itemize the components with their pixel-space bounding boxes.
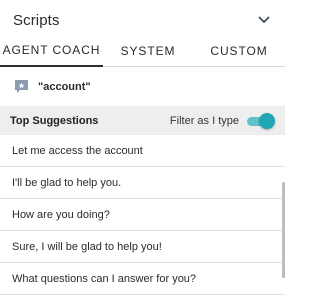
panel-title: Scripts [13,11,60,29]
suggestion-item[interactable]: Sure, I will be glad to help you! [0,231,285,263]
panel-header: Scripts [0,0,285,40]
filter-toggle[interactable] [247,112,275,129]
scripts-panel: Scripts AGENT COACH SYSTEM CUSTOM "accou… [0,0,285,304]
tab-system[interactable]: SYSTEM [103,39,193,66]
tab-bar: AGENT COACH SYSTEM CUSTOM [0,40,285,67]
script-bubble-icon [14,79,29,94]
filter-label: Filter as I type [169,114,239,127]
suggestion-item[interactable]: What questions can I answer for you? [0,263,285,295]
filter-control: Filter as I type [169,112,275,129]
toggle-knob [259,112,275,129]
suggestions-header: Top Suggestions Filter as I type [0,106,285,135]
tab-custom[interactable]: CUSTOM [193,39,285,66]
scrollbar[interactable] [282,182,285,278]
suggestion-item[interactable]: Let me access the account [0,135,285,167]
suggestion-item[interactable]: I'll be glad to help you. [0,167,285,199]
search-context: "account" [0,67,285,106]
suggestion-item[interactable]: How are you doing? [0,199,285,231]
suggestion-list: Let me access the account I'll be glad t… [0,135,285,295]
chevron-down-icon[interactable] [257,13,271,27]
suggestions-title: Top Suggestions [10,114,99,127]
query-text: "account" [38,80,91,93]
tab-agent-coach[interactable]: AGENT COACH [0,40,103,67]
